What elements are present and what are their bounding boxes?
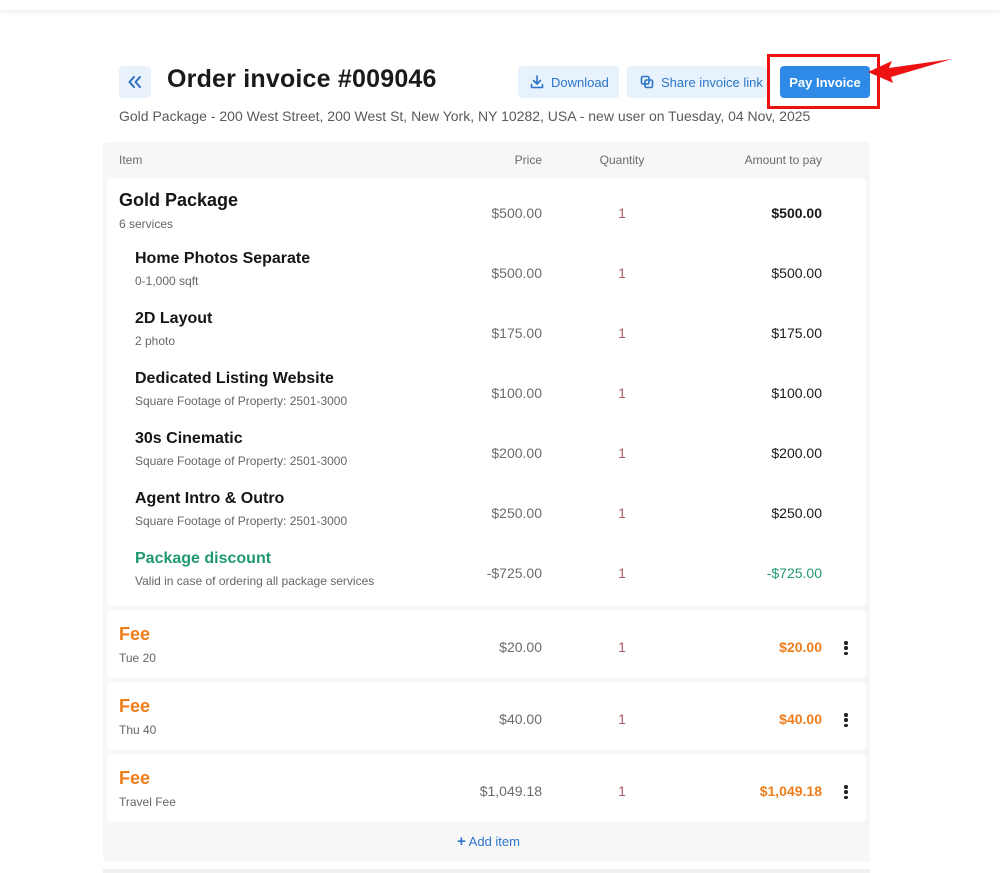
service-row: Agent Intro & Outro Square Footage of Pr…: [107, 478, 866, 538]
package-price: $500.00: [491, 205, 542, 221]
more-vertical-icon[interactable]: [837, 711, 855, 729]
fee-row: Fee Tue 20 $20.00 1 $20.00: [107, 610, 866, 678]
package-desc: 6 services: [119, 217, 174, 231]
service-desc: 0-1,000 sqft: [135, 274, 199, 288]
page-title: Order invoice #009046: [167, 65, 437, 93]
fee-amount: $1,049.18: [759, 783, 822, 799]
service-name: Dedicated Listing Website: [135, 370, 334, 387]
fee-amount: $40.00: [779, 711, 822, 727]
service-desc: Square Footage of Property: 2501-3000: [135, 454, 348, 468]
fee-amount: $20.00: [779, 639, 822, 655]
add-item-label: Add item: [468, 834, 520, 849]
discount-desc: Valid in case of ordering all package se…: [135, 574, 375, 588]
divider: [103, 869, 870, 873]
fee-name: Fee: [119, 696, 151, 716]
service-price: $175.00: [491, 325, 542, 341]
column-header-amount: Amount to pay: [744, 153, 822, 167]
column-header-item: Item: [119, 153, 143, 167]
service-name: Home Photos Separate: [135, 250, 311, 267]
back-button[interactable]: [119, 66, 151, 98]
share-label: Share invoice link: [661, 74, 763, 90]
service-amount: $250.00: [771, 505, 822, 521]
arrow-pointer-icon: [868, 59, 952, 83]
package-name: Gold Package: [119, 190, 239, 210]
fee-price: $1,049.18: [479, 783, 542, 799]
plus-icon: +: [457, 833, 466, 850]
copy-link-icon: [640, 75, 654, 89]
double-chevron-left-icon: [128, 76, 141, 88]
order-summary-text: Gold Package - 200 West Street, 200 West…: [119, 108, 811, 124]
service-row: Dedicated Listing Website Square Footage…: [107, 358, 866, 418]
top-bar: [0, 0, 1000, 10]
discount-row: Package discount Valid in case of orderi…: [107, 538, 866, 598]
service-name: 2D Layout: [135, 310, 213, 327]
fee-row: Fee Travel Fee $1,049.18 1 $1,049.18: [107, 754, 866, 822]
service-name: 30s Cinematic: [135, 430, 243, 447]
fee-desc: Travel Fee: [119, 795, 176, 809]
service-row: Home Photos Separate 0-1,000 sqft $500.0…: [107, 238, 866, 298]
discount-name: Package discount: [135, 550, 272, 567]
fee-name: Fee: [119, 768, 151, 788]
fee-name: Fee: [119, 624, 151, 644]
fee-desc: Tue 20: [119, 651, 156, 665]
service-amount: $100.00: [771, 385, 822, 401]
service-desc: 2 photo: [135, 334, 176, 348]
service-amount: $175.00: [771, 325, 822, 341]
share-invoice-link-button[interactable]: Share invoice link: [627, 66, 767, 98]
discount-amount: -$725.00: [766, 565, 822, 581]
column-header-price: Price: [514, 153, 542, 167]
package-row: Gold Package 6 services $500.00 1 $500.0…: [107, 178, 866, 238]
add-item-button[interactable]: + Add item: [440, 833, 537, 850]
service-name: Agent Intro & Outro: [135, 490, 285, 507]
package-section: Gold Package 6 services $500.00 1 $500.0…: [107, 178, 866, 606]
fee-row: Fee Thu 40 $40.00 1 $40.00: [107, 682, 866, 750]
more-vertical-icon[interactable]: [837, 639, 855, 657]
service-desc: Square Footage of Property: 2501-3000: [135, 514, 348, 528]
package-amount: $500.00: [771, 205, 822, 221]
more-vertical-icon[interactable]: [837, 783, 855, 801]
service-price: $200.00: [491, 445, 542, 461]
discount-price: -$725.00: [486, 565, 542, 581]
fee-price: $40.00: [499, 711, 542, 727]
service-row: 30s Cinematic Square Footage of Property…: [107, 418, 866, 478]
service-row: 2D Layout 2 photo $175.00 1 $175.00: [107, 298, 866, 358]
service-price: $500.00: [491, 265, 542, 281]
download-icon: [530, 75, 544, 89]
service-amount: $200.00: [771, 445, 822, 461]
service-price: $100.00: [491, 385, 542, 401]
service-price: $250.00: [491, 505, 542, 521]
download-label: Download: [551, 74, 609, 90]
fee-price: $20.00: [499, 639, 542, 655]
service-amount: $500.00: [771, 265, 822, 281]
service-desc: Square Footage of Property: 2501-3000: [135, 394, 348, 408]
fee-desc: Thu 40: [119, 723, 157, 737]
download-button[interactable]: Download: [518, 66, 619, 98]
pay-button-highlight-box: [767, 54, 880, 109]
